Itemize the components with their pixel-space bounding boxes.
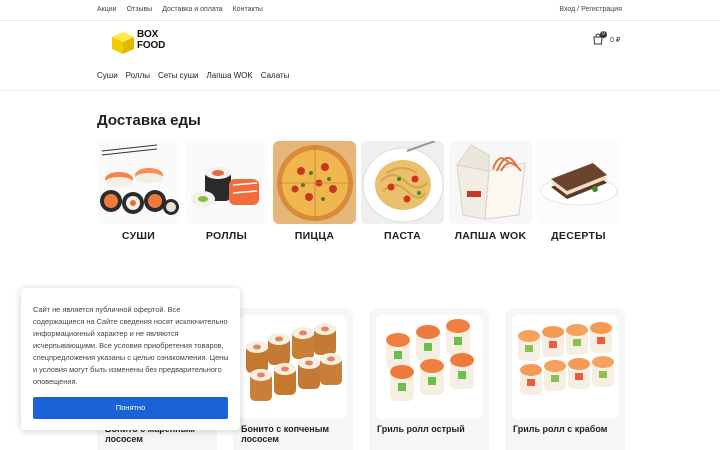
product-name: Бонито с копченым лососем [241,424,330,444]
dessert-image [537,141,620,224]
menu-item-sushi-sets[interactable]: Сеты суши [158,71,198,80]
header-divider [0,90,720,91]
pizza-image [273,141,356,224]
box-logo-icon [112,32,134,54]
product-name: Гриль ролл острый [377,424,465,434]
top-bar: Акции Отзывы Доставка и оплата Контакты … [0,0,720,21]
category-pasta[interactable]: ПАСТА [361,141,444,242]
product-card[interactable]: Бонито с копченым лососем [233,308,353,450]
pasta-image [361,141,444,224]
top-link-promotions[interactable]: Акции [97,6,117,13]
product-image [240,315,346,419]
rolls-image [185,141,268,224]
menu-item-sushi[interactable]: Суши [97,71,118,80]
logo-text: BOX FOOD [137,29,166,51]
category-label: СУШИ [121,230,156,242]
logo[interactable]: BOX FOOD [111,29,166,55]
sushi-image [97,141,180,224]
cart-sum: 0 ₽ [610,37,621,44]
categories-title: Доставка еды [97,112,201,129]
cart-count-badge: 0 [600,31,607,38]
category-grid: СУШИ РОЛЛЫ ПИЦЦА ПАСТА ЛАПША WOK ДЕСЕРТЫ [97,141,620,242]
category-label: ПАСТА [383,230,422,242]
category-wok[interactable]: ЛАПША WOK [449,141,532,242]
accept-button[interactable]: Понятно [33,397,228,419]
category-sushi[interactable]: СУШИ [97,141,180,242]
product-card[interactable]: Гриль ролл с крабом [505,308,625,450]
wok-noodles-image [449,141,532,224]
menu-item-salads[interactable]: Салаты [261,71,290,80]
category-rolls[interactable]: РОЛЛЫ [185,141,268,242]
category-label: ПИЦЦА [294,230,335,242]
category-desserts[interactable]: ДЕСЕРТЫ [537,141,620,242]
product-card[interactable]: Гриль ролл острый [369,308,489,450]
login-register-link[interactable]: Вход / Регистрация [559,6,622,13]
product-image [512,315,618,419]
product-image [376,315,482,419]
category-label: ДЕСЕРТЫ [551,230,606,242]
cookie-notice: Сайт не является публичной офертой. Все … [21,288,240,430]
top-link-reviews[interactable]: Отзывы [127,6,153,13]
top-link-delivery[interactable]: Доставка и оплата [162,6,222,13]
main-menu: Суши Роллы Сеты суши Лапша WOK Салаты [97,71,289,80]
product-name: Гриль ролл с крабом [513,424,608,434]
cart-button[interactable]: 0 0 ₽ [592,31,624,47]
top-link-contacts[interactable]: Контакты [233,6,263,13]
cookie-notice-text: Сайт не является публичной офертой. Все … [33,305,229,386]
menu-item-rolls[interactable]: Роллы [126,71,150,80]
category-label: РОЛЛЫ [205,230,248,242]
category-label: ЛАПША WOK [454,230,527,242]
top-links: Акции Отзывы Доставка и оплата Контакты [97,6,263,13]
category-pizza[interactable]: ПИЦЦА [273,141,356,242]
menu-item-wok[interactable]: Лапша WOK [207,71,253,80]
